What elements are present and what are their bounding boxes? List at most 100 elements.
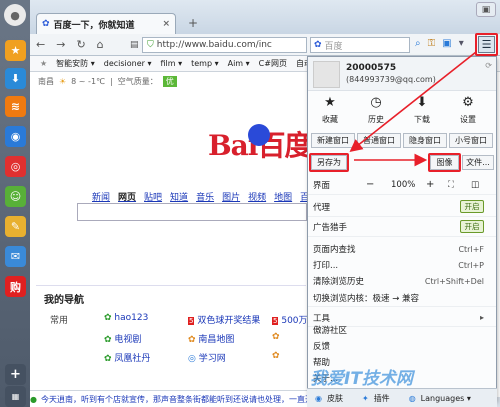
rss-icon[interactable]: ≋: [5, 96, 26, 117]
nav-link[interactable]: 5 双色球开奖结果: [188, 313, 272, 326]
nav-link[interactable]: ✿: [272, 351, 312, 364]
dropdown-icon[interactable]: ▾: [459, 38, 464, 49]
nav-link[interactable]: 地图: [274, 190, 292, 203]
shopping-icon[interactable]: 购: [5, 276, 26, 297]
nav-link[interactable]: ◎ 学习网: [188, 351, 272, 364]
bookmark-item[interactable]: Aim ▾: [228, 59, 250, 68]
forward-icon[interactable]: →: [56, 38, 65, 51]
add-icon[interactable]: +: [5, 364, 26, 385]
close-tab-icon[interactable]: ×: [162, 19, 170, 29]
refresh-icon[interactable]: ↻: [76, 38, 85, 51]
new-tab-button[interactable]: +: [188, 16, 198, 30]
nav-link[interactable]: 知道: [170, 190, 188, 203]
save-file-button[interactable]: 文件...: [462, 155, 494, 170]
nav-link[interactable]: 新闻: [92, 190, 110, 203]
baidu-search-box[interactable]: [77, 203, 307, 221]
alt-account-window-button[interactable]: 小号窗口: [449, 133, 493, 148]
home-icon[interactable]: ⌂: [97, 38, 104, 51]
nav-link[interactable]: ✿ hao123: [104, 313, 188, 326]
bookmark-item[interactable]: film ▾: [160, 59, 182, 68]
tab-baidu[interactable]: ✿ 百度一下，你就知道 ×: [36, 13, 176, 34]
avatar-icon[interactable]: ●: [4, 4, 26, 26]
new-window-button[interactable]: 新建窗口: [311, 133, 355, 148]
languages-button[interactable]: Languages ▾: [421, 394, 471, 403]
find-in-page-item[interactable]: 页面内查找 Ctrl+F: [308, 241, 496, 257]
switch-kernel-item[interactable]: 切换浏览内核：极速 → 兼容: [308, 289, 496, 307]
nav-link[interactable]: ✿: [272, 332, 312, 345]
clear-history-item[interactable]: 清除浏览历史 Ctrl+Shift+Del: [308, 273, 496, 289]
history-button[interactable]: ◷ 历史: [354, 95, 398, 125]
bookmark-item[interactable]: temp ▾: [191, 59, 219, 68]
sync-icon[interactable]: ⟳: [485, 61, 492, 70]
proxy-toggle[interactable]: 开启: [460, 200, 484, 213]
back-icon[interactable]: ←: [36, 38, 45, 51]
baidu-nav-links: 新闻 网页 贴吧 知道 音乐 图片 视频 地图 百科: [92, 190, 318, 203]
feedback-item[interactable]: 反馈: [308, 337, 496, 354]
zoom-in-button[interactable]: +: [426, 179, 434, 190]
zoom-out-button[interactable]: −: [366, 179, 374, 190]
nav-link[interactable]: 贴吧: [144, 190, 162, 203]
nav-link[interactable]: 5 500万: [272, 313, 312, 326]
downloads-button[interactable]: ⬇ 下载: [400, 95, 444, 125]
paw-icon: ✿: [42, 19, 50, 29]
fullscreen-icon[interactable]: ⛶: [448, 180, 454, 190]
nav-link[interactable]: 音乐: [196, 190, 214, 203]
screenshot-icon[interactable]: ▣: [442, 38, 451, 49]
translate-icon[interactable]: ⌕: [415, 38, 421, 49]
notes-icon[interactable]: ✎: [5, 216, 26, 237]
settings-icon[interactable]: ▦: [5, 386, 26, 407]
split-view-icon[interactable]: ◫: [471, 180, 479, 190]
community-item[interactable]: 傲游社区: [308, 321, 496, 338]
my-nav-category: 常用: [50, 316, 69, 326]
secure-shield-icon: ⛉: [147, 40, 154, 50]
skin-button[interactable]: 皮肤: [327, 393, 343, 404]
normal-window-button[interactable]: 普通窗口: [357, 133, 401, 148]
url-input[interactable]: ⛉ http://www.baidu.com/inc: [142, 37, 307, 53]
nav-link[interactable]: ✿ 南昌地图: [188, 332, 272, 345]
zoom-label: 界面: [313, 180, 331, 191]
search-input[interactable]: ✿ 百度: [310, 37, 410, 53]
nav-link[interactable]: 图片: [222, 190, 240, 203]
print-item[interactable]: 打印... Ctrl+P: [308, 257, 496, 273]
language-icon[interactable]: ◍: [409, 394, 416, 403]
nav-link[interactable]: 视频: [248, 190, 266, 203]
weibo-icon[interactable]: ◎: [5, 156, 26, 177]
mail-icon[interactable]: ✉: [5, 246, 26, 267]
proxy-row[interactable]: 代理 开启: [308, 197, 496, 217]
temperature: 8 ~ -1℃: [71, 76, 106, 86]
paw-icon: ✿: [314, 40, 322, 50]
my-nav-title: 我的导航: [44, 295, 84, 306]
bookmark-star-icon[interactable]: ★: [40, 59, 47, 68]
incognito-window-button[interactable]: 隐身窗口: [403, 133, 447, 148]
download-icon[interactable]: ⬇: [5, 68, 26, 89]
bookmark-item[interactable]: C#网页: [259, 58, 287, 69]
nav-link[interactable]: 网页: [118, 190, 136, 203]
bookmark-item[interactable]: decisioner ▾: [104, 59, 152, 68]
my-nav-links: ✿ hao123 5 双色球开奖结果 5 500万 ✿ 电视剧 ✿ 南昌地图 ✿…: [104, 313, 312, 364]
favorites-button[interactable]: ★ 收藏: [308, 95, 352, 125]
key-icon[interactable]: ⚿: [428, 38, 436, 49]
chat-icon[interactable]: ☺: [5, 186, 26, 207]
game-icon[interactable]: ◉: [5, 126, 26, 147]
user-email: (844993739@qq.com): [346, 75, 436, 84]
main-menu-panel: 20000575 (844993739@qq.com) ⟳ ★ 收藏 ◷ 历史 ⬇ 下…: [307, 56, 497, 401]
download-icon: ⬇: [416, 95, 428, 110]
user-name: 20000575: [346, 63, 397, 73]
news-link[interactable]: 今天逍南，听到有个店就宣传，那声音整条街都能听到还说请也处理，一直开: [41, 394, 313, 405]
skin-icon[interactable]: ◉: [315, 394, 322, 403]
star-icon: ★: [324, 95, 336, 110]
adblock-toggle[interactable]: 开启: [460, 220, 484, 233]
settings-button[interactable]: ⚙ 设置: [446, 95, 490, 125]
news-ticker: ● 今天逍南，听到有个店就宣传，那声音整条街都能听到还说请也处理，一直开: [30, 390, 320, 407]
air-quality-label: 空气质量：: [117, 76, 158, 86]
avatar[interactable]: [313, 61, 340, 88]
plugins-button[interactable]: 插件: [374, 393, 390, 404]
nav-link[interactable]: ✿ 电视剧: [104, 332, 188, 345]
user-window-icon[interactable]: ▣: [476, 2, 496, 17]
adblock-row[interactable]: 广告猎手 开启: [308, 217, 496, 237]
nav-link[interactable]: ✿ 凤凰社丹: [104, 351, 188, 364]
plugin-icon[interactable]: ✦: [362, 394, 369, 403]
clock-icon: ◷: [370, 95, 382, 110]
star-icon[interactable]: ★: [5, 40, 26, 61]
bookmark-item[interactable]: 智能安防 ▾: [56, 58, 95, 69]
